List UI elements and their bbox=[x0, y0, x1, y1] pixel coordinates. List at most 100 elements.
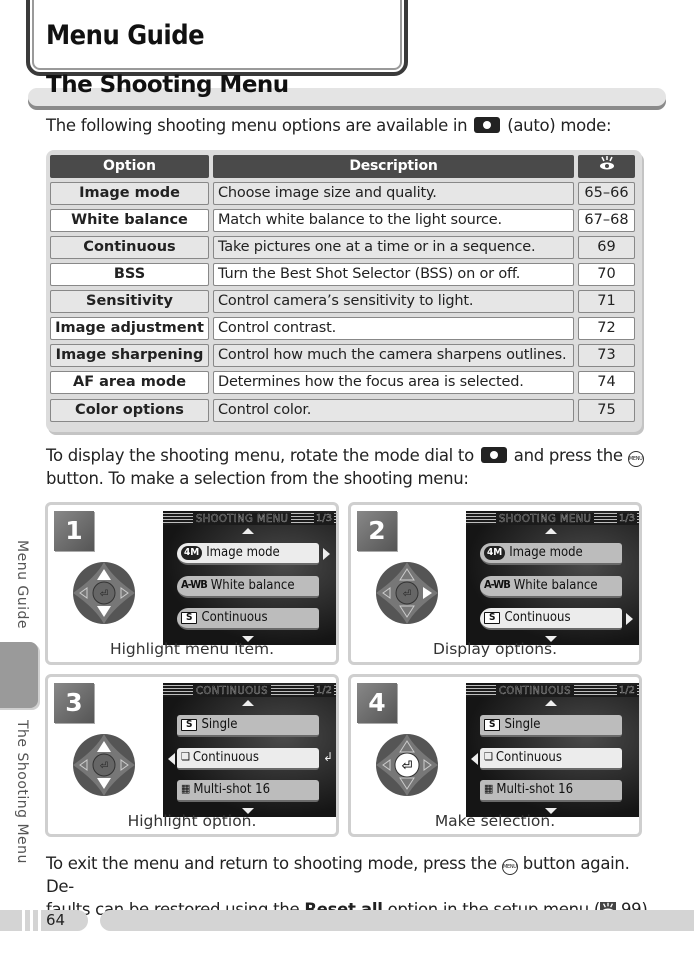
row-page: 70 bbox=[578, 263, 635, 286]
header-option: Option bbox=[50, 155, 209, 178]
intro-text-end: (auto) mode: bbox=[507, 116, 612, 135]
footer-tab bbox=[0, 910, 88, 931]
arrow-left-icon bbox=[471, 753, 478, 765]
screen-page-count: 1/2 bbox=[313, 685, 334, 697]
screen-item-label: Image mode bbox=[509, 545, 583, 560]
row-option: Color options bbox=[50, 399, 209, 422]
multi-selector-center-pressed-icon: ⏎ bbox=[376, 734, 438, 796]
step-number: 1 bbox=[54, 511, 94, 551]
header-page bbox=[578, 155, 635, 178]
screen-title: CONTINUOUS bbox=[496, 684, 575, 697]
display-text-1: To display the shooting menu, rotate the… bbox=[46, 446, 474, 465]
row-description: Control camera’s sensitivity to light. bbox=[213, 290, 574, 313]
screen-item-label: Multi-shot 16 bbox=[193, 782, 271, 797]
row-option: Image mode bbox=[50, 182, 209, 205]
display-text-3: button. To make a selection from the sho… bbox=[46, 469, 469, 488]
row-page: 71 bbox=[578, 290, 635, 313]
screen-item-label: Single bbox=[504, 717, 541, 732]
side-tab-section: The Shooting Menu bbox=[14, 720, 30, 864]
row-option: Image adjustment bbox=[50, 317, 209, 340]
table-header-row: Option Description bbox=[50, 155, 635, 178]
screen-menu-item: S Continuous bbox=[177, 608, 319, 630]
row-description: Take pictures one at a time or in a sequ… bbox=[213, 236, 574, 259]
screen-menu-item: S Single bbox=[177, 715, 319, 737]
screen-title: CONTINUOUS bbox=[193, 684, 272, 697]
scroll-up-icon bbox=[242, 700, 254, 706]
row-description: Control how much the camera sharpens out… bbox=[213, 344, 574, 367]
single-shot-icon: S bbox=[484, 719, 501, 731]
screen-menu-item: A-WB White balance bbox=[177, 576, 319, 598]
arrow-right-icon bbox=[323, 548, 330, 560]
scroll-up-icon bbox=[545, 700, 557, 706]
row-description: Determines how the focus area is selecte… bbox=[213, 371, 574, 394]
row-description: Control contrast. bbox=[213, 317, 574, 340]
screen-page-count: 1/3 bbox=[616, 513, 637, 525]
row-page: 73 bbox=[578, 344, 635, 367]
step-panel-2: 2 ⏎ SHOOTING MENU 1/3 4M Image mode A-WB Wh… bbox=[348, 502, 642, 665]
screen-item-label: White balance bbox=[210, 578, 295, 593]
white-balance-icon: A-WB bbox=[484, 578, 511, 591]
table-row: BSS Turn the Best Shot Selector (BSS) on… bbox=[50, 263, 635, 286]
step-number: 3 bbox=[54, 683, 94, 723]
camera-screen: CONTINUOUS 1/2 S Single ❏ Continuous ↲ ▦ Mul… bbox=[163, 683, 336, 817]
single-shot-icon: S bbox=[484, 612, 501, 624]
screen-item-label: Image mode bbox=[206, 545, 280, 560]
screen-menu-item: ❏ Continuous bbox=[177, 748, 319, 770]
table-row: Continuous Take pictures one at a time o… bbox=[50, 236, 635, 259]
row-option: BSS bbox=[50, 263, 209, 286]
white-balance-icon: A-WB bbox=[181, 578, 208, 591]
step-panel-3: 3 ⏎ CONTINUOUS 1/2 S Single ❏ Continuous ↲ … bbox=[45, 674, 339, 837]
screen-title: SHOOTING MENU bbox=[193, 512, 292, 525]
step-caption: Highlight option. bbox=[127, 812, 257, 830]
side-tab-chapter: Menu Guide bbox=[14, 540, 30, 629]
svg-text:⏎: ⏎ bbox=[100, 589, 108, 600]
row-page: 67–68 bbox=[578, 209, 635, 232]
multi-shot-icon: ▦ bbox=[484, 782, 493, 795]
camera-screen: SHOOTING MENU 1/3 4M Image mode A-WB White … bbox=[466, 511, 639, 645]
screen-page-count: 1/3 bbox=[313, 513, 334, 525]
single-shot-icon: S bbox=[181, 719, 198, 731]
screen-item-label: Continuous bbox=[201, 610, 268, 625]
screen-menu-item: S Continuous bbox=[480, 608, 622, 630]
enter-icon: ↲ bbox=[323, 750, 334, 764]
image-mode-icon: 4M bbox=[484, 546, 506, 560]
screen-menu-item: ▦ Multi-shot 16 bbox=[177, 780, 319, 802]
screen-item-label: Continuous bbox=[504, 610, 571, 625]
intro-text-start: The following shooting menu options are … bbox=[46, 116, 468, 135]
table-row: Image sharpening Control how much the ca… bbox=[50, 344, 635, 367]
row-description: Choose image size and quality. bbox=[213, 182, 574, 205]
step-caption: Highlight menu item. bbox=[109, 640, 275, 658]
footer-divider bbox=[30, 910, 33, 931]
shooting-menu-table: Option Description Image mode Choose ima… bbox=[46, 150, 642, 432]
single-shot-icon: S bbox=[181, 612, 198, 624]
screen-page-count: 1/2 bbox=[616, 685, 637, 697]
display-text-2: and press the bbox=[513, 446, 623, 465]
row-page: 74 bbox=[578, 371, 635, 394]
step-panel-1: 1 ⏎ SHOOTING MENU 1/3 4M Image mode A-WB Wh… bbox=[45, 502, 339, 665]
screen-menu-item: A-WB White balance bbox=[480, 576, 622, 598]
table-row: Color options Control color. 75 bbox=[50, 399, 635, 422]
row-description: Match white balance to the light source. bbox=[213, 209, 574, 232]
page-number: 64 bbox=[46, 911, 66, 929]
table-row: Image adjustment Control contrast. 72 bbox=[50, 317, 635, 340]
continuous-shot-icon: ❏ bbox=[484, 750, 493, 763]
row-page: 69 bbox=[578, 236, 635, 259]
display-instructions: To display the shooting menu, rotate the… bbox=[46, 444, 652, 490]
scroll-up-icon bbox=[545, 528, 557, 534]
step-caption: Display options. bbox=[432, 640, 558, 658]
screen-menu-item: ▦ Multi-shot 16 bbox=[480, 780, 622, 802]
scroll-up-icon bbox=[242, 528, 254, 534]
row-option: Continuous bbox=[50, 236, 209, 259]
arrow-right-icon bbox=[626, 613, 633, 625]
section-title: The Shooting Menu bbox=[46, 72, 289, 98]
row-page: 72 bbox=[578, 317, 635, 340]
continuous-shot-icon: ❏ bbox=[181, 750, 190, 763]
screen-menu-item: S Single bbox=[480, 715, 622, 737]
svg-text:⏎: ⏎ bbox=[100, 761, 108, 772]
camera-screen: SHOOTING MENU 1/3 4M Image mode A-WB White … bbox=[163, 511, 336, 645]
multi-selector-right-pressed-icon: ⏎ bbox=[376, 562, 438, 624]
screen-title: SHOOTING MENU bbox=[496, 512, 595, 525]
multi-shot-icon: ▦ bbox=[181, 782, 190, 795]
screen-menu-item: 4M Image mode bbox=[177, 543, 319, 565]
screen-item-label: Multi-shot 16 bbox=[496, 782, 574, 797]
